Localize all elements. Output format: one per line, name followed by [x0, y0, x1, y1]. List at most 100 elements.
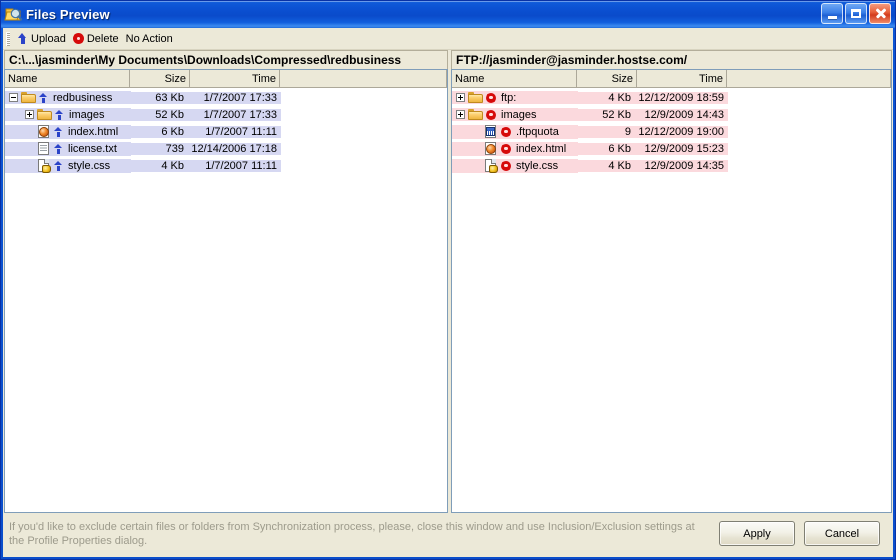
row-name: ftp:	[501, 91, 517, 104]
row-time: 12/12/2009 19:00	[635, 125, 728, 138]
table-row[interactable]: images 52 Kb 12/9/2009 14:43	[452, 106, 891, 123]
row-name: redbusiness	[53, 91, 113, 104]
row-size: 6 Kb	[578, 142, 635, 155]
remote-files-panel: FTP://jasminder@jasminder.hostse.com/ Na…	[451, 50, 892, 513]
window-title: Files Preview	[26, 7, 110, 22]
row-name: style.css	[68, 159, 111, 172]
folder-icon	[468, 108, 484, 121]
table-row[interactable]: ftp: 4 Kb 12/12/2009 18:59	[452, 89, 891, 106]
files-preview-icon	[4, 6, 23, 24]
up-arrow-icon	[39, 92, 48, 103]
row-size: 6 Kb	[131, 125, 188, 138]
quota-file-icon	[484, 124, 498, 139]
red-gear-icon	[501, 160, 511, 171]
local-path-bar: C:\...\jasminder\My Documents\Downloads\…	[4, 50, 448, 69]
toolbar-item-upload[interactable]: Upload	[15, 32, 71, 46]
table-row[interactable]: index.html 6 Kb 12/9/2009 15:23	[452, 140, 891, 157]
row-size: 52 Kb	[578, 108, 635, 121]
toolbar-item-delete[interactable]: Delete	[71, 32, 124, 46]
remote-rows: ftp: 4 Kb 12/12/2009 18:59 images 52 Kb 12/9/…	[452, 88, 891, 512]
remote-column-header: Name Size Time	[452, 70, 891, 88]
toolbar-upload-label: Upload	[31, 32, 66, 45]
folder-icon	[468, 91, 484, 104]
row-name: .ftpquota	[516, 125, 559, 138]
up-arrow-icon	[17, 32, 28, 45]
local-rows: redbusiness 63 Kb 1/7/2007 17:33 images 52 K…	[5, 88, 447, 512]
row-time: 1/7/2007 17:33	[188, 91, 281, 104]
row-name: license.txt	[68, 142, 117, 155]
column-header-time[interactable]: Time	[190, 70, 280, 87]
table-row[interactable]: license.txt 739 12/14/2006 17:18	[5, 140, 447, 157]
up-arrow-icon	[55, 109, 64, 120]
red-gear-icon	[501, 143, 511, 154]
expander-plus-icon[interactable]	[456, 93, 465, 102]
column-header-time[interactable]: Time	[637, 70, 727, 87]
row-size: 739	[131, 142, 188, 155]
expander-plus-icon[interactable]	[25, 110, 34, 119]
column-header-name[interactable]: Name	[452, 70, 577, 87]
status-message: If you'd like to exclude certain files o…	[9, 521, 695, 547]
column-header-size[interactable]: Size	[130, 70, 190, 87]
row-name: images	[69, 108, 105, 121]
local-tree-view[interactable]: Name Size Time redbusiness 63 Kb 1/7/2007 …	[4, 69, 448, 513]
folder-icon	[21, 91, 37, 104]
close-button[interactable]	[869, 3, 891, 24]
local-column-header: Name Size Time	[5, 70, 447, 88]
red-gear-icon	[501, 126, 511, 137]
red-gear-icon	[486, 109, 496, 120]
row-size: 4 Kb	[131, 159, 188, 172]
css-file-icon	[37, 158, 51, 173]
expander-minus-icon[interactable]	[9, 93, 18, 102]
row-time: 1/7/2007 17:33	[188, 108, 281, 121]
minimize-button[interactable]	[821, 3, 843, 24]
row-size: 52 Kb	[131, 108, 188, 121]
remote-path-bar: FTP://jasminder@jasminder.hostse.com/	[451, 50, 892, 69]
toolbar-grip[interactable]	[6, 31, 10, 46]
toolbar: Upload Delete No Action	[3, 28, 893, 50]
up-arrow-icon	[54, 126, 63, 137]
client-area: Upload Delete No Action C:\...\jasminder…	[3, 28, 893, 557]
folder-icon	[37, 108, 53, 121]
row-name: style.css	[516, 159, 559, 172]
row-name: images	[501, 108, 537, 121]
red-gear-icon	[486, 92, 496, 103]
remote-tree-view[interactable]: Name Size Time ftp: 4 Kb 12/12/2009 18:59 i…	[451, 69, 892, 513]
title-bar: Files Preview	[1, 1, 895, 28]
table-row[interactable]: images 52 Kb 1/7/2007 17:33	[5, 106, 447, 123]
red-gear-icon	[72, 33, 84, 44]
local-files-panel: C:\...\jasminder\My Documents\Downloads\…	[4, 50, 448, 513]
up-arrow-icon	[54, 160, 63, 171]
row-size: 4 Kb	[578, 91, 635, 104]
row-time: 1/7/2007 11:11	[188, 159, 281, 172]
table-row[interactable]: .ftpquota 9 12/12/2009 19:00	[452, 123, 891, 140]
up-arrow-icon	[54, 143, 63, 154]
maximize-button[interactable]	[845, 3, 867, 24]
row-size: 63 Kb	[131, 91, 188, 104]
toolbar-delete-label: Delete	[86, 32, 119, 45]
row-name: index.html	[68, 125, 119, 138]
table-row[interactable]: index.html 6 Kb 1/7/2007 11:11	[5, 123, 447, 140]
toolbar-item-no-action[interactable]: No Action	[124, 32, 178, 46]
cancel-button[interactable]: Cancel	[804, 521, 880, 546]
table-row[interactable]: style.css 4 Kb 12/9/2009 14:35	[452, 157, 891, 174]
row-time: 12/9/2009 14:43	[635, 108, 728, 121]
column-header-size[interactable]: Size	[577, 70, 637, 87]
html-file-icon	[37, 124, 51, 139]
toolbar-no-action-label: No Action	[125, 32, 173, 45]
row-size: 9	[578, 125, 635, 138]
column-header-name[interactable]: Name	[5, 70, 130, 87]
row-time: 1/7/2007 11:11	[188, 125, 281, 138]
html-file-icon	[484, 141, 498, 156]
apply-button[interactable]: Apply	[719, 521, 795, 546]
row-time: 12/9/2009 15:23	[635, 142, 728, 155]
panels-container: C:\...\jasminder\My Documents\Downloads\…	[3, 50, 893, 513]
row-time: 12/14/2006 17:18	[188, 142, 281, 155]
text-file-icon	[37, 141, 51, 156]
css-file-icon	[484, 158, 498, 173]
table-row[interactable]: style.css 4 Kb 1/7/2007 11:11	[5, 157, 447, 174]
expander-plus-icon[interactable]	[456, 110, 465, 119]
window-controls	[821, 3, 891, 24]
table-row[interactable]: redbusiness 63 Kb 1/7/2007 17:33	[5, 89, 447, 106]
row-time: 12/12/2009 18:59	[635, 91, 728, 104]
dialog-buttons: Apply Cancel	[719, 517, 880, 546]
